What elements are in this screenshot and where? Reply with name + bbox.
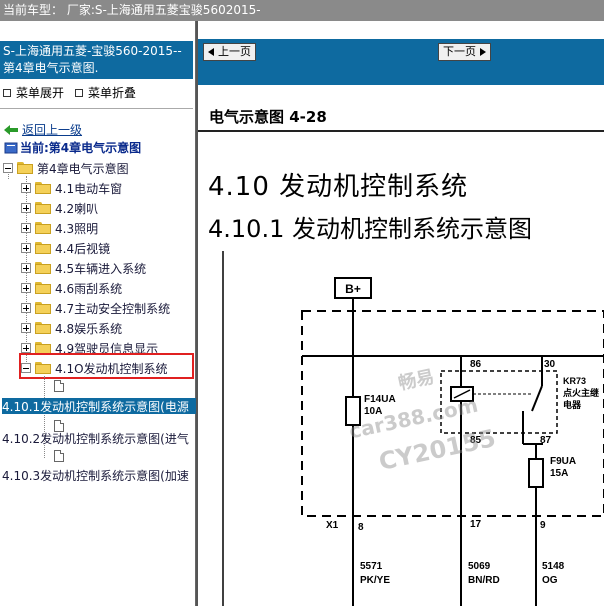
vehicle-model-bar: 当前车型： 厂家:S-上海通用五菱宝骏5602015- xyxy=(0,0,604,21)
expand-toggle-icon[interactable] xyxy=(21,343,31,353)
tree-root-chapter4[interactable]: 第4章电气示意图 xyxy=(3,160,129,176)
fuse2-id: F9UA xyxy=(550,456,576,467)
folder-icon xyxy=(35,242,51,254)
relay-desc-line1: 点火主继 xyxy=(563,387,599,398)
expand-toggle-icon[interactable] xyxy=(21,183,31,193)
tree-item-label: 4.8娱乐系统 xyxy=(55,321,123,336)
navigation-pane: S-上海通用五菱-宝骏560-2015-- 第4章电气示意图. 菜单展开 菜单折… xyxy=(0,21,196,606)
document-icon xyxy=(54,380,64,392)
divider xyxy=(0,108,193,109)
relay-pin-30: 30 xyxy=(544,359,556,370)
expand-toggle-icon[interactable] xyxy=(21,283,31,293)
connector-pin-17: 17 xyxy=(470,519,482,530)
tree-item-label: 4.7主动安全控制系统 xyxy=(55,301,171,316)
wire2-color: BN/RD xyxy=(468,575,500,586)
tree-item-label: 4.1电动车窗 xyxy=(55,181,123,196)
current-location: 当前:第4章电气示意图 xyxy=(4,139,141,156)
tree-subitem-4-10-2[interactable]: 4.10.2发动机控制系统示意图(进气 xyxy=(2,430,189,446)
tree-item-4-1[interactable]: 4.1电动车窗 xyxy=(21,180,122,196)
tree-subitem-4-10-1[interactable]: 4.10.1发动机控制系统示意图(电源 xyxy=(2,398,196,414)
expand-toggle-icon[interactable] xyxy=(21,323,31,333)
folder-icon xyxy=(35,302,51,314)
content-pane: 上一页 下一页 电气示意图 4-28 4.10 发动机控制系统 4.10.1 发… xyxy=(198,21,604,606)
expand-toggle-icon[interactable] xyxy=(21,243,31,253)
relay-id: KR73 xyxy=(563,376,586,386)
tree-subitem-4-10-3[interactable]: 4.10.3发动机控制系统示意图(加速 xyxy=(2,467,189,483)
wire1-color: PK/YE xyxy=(360,575,390,586)
tree-item-4-4[interactable]: 4.4后视镜 xyxy=(21,240,110,256)
folder-icon xyxy=(35,222,51,234)
wire3-number: 5148 xyxy=(542,561,565,572)
tree-subitem-label: 4.10.1发动机控制系统示意图(电源 xyxy=(2,399,189,414)
folder-open-icon xyxy=(17,162,33,174)
tree-item-4-5[interactable]: 4.5车辆进入系统 xyxy=(21,260,146,276)
expand-toggle-icon[interactable] xyxy=(21,263,31,273)
menu-expand-button[interactable]: 菜单展开 xyxy=(3,84,64,101)
wiring-diagram: B+ F14UA 10A 86 30 85 87 KR73 点火主继 电器 F9… xyxy=(222,251,604,606)
tree-item-label: 4.4后视镜 xyxy=(55,241,111,256)
back-link[interactable]: 返回上一级 xyxy=(4,121,82,138)
expand-toggle-icon[interactable] xyxy=(21,303,31,313)
back-link-label: 返回上一级 xyxy=(22,123,83,137)
tree-item-4-7[interactable]: 4.7主动安全控制系统 xyxy=(21,300,170,316)
tree-item-4-2[interactable]: 4.2喇叭 xyxy=(21,200,98,216)
tree-item-4-3[interactable]: 4.3照明 xyxy=(21,220,98,236)
tree-subitem-label: 4.10.2发动机控制系统示意图(进气 xyxy=(2,431,189,446)
wire2-number: 5069 xyxy=(468,561,491,572)
connector-x1: X1 xyxy=(326,520,339,531)
book-icon xyxy=(4,142,18,153)
doc-icon-row xyxy=(54,378,64,394)
tree-item-4-6[interactable]: 4.6雨刮系统 xyxy=(21,280,122,296)
expand-icon xyxy=(3,88,11,97)
tree-root-label: 第4章电气示意图 xyxy=(37,161,129,176)
folder-icon xyxy=(35,322,51,334)
menu-collapse-button[interactable]: 菜单折叠 xyxy=(75,84,136,101)
fuse-f9ua xyxy=(528,458,544,488)
connector-pin-9: 9 xyxy=(540,520,546,531)
folder-icon xyxy=(35,182,51,194)
highlight-box xyxy=(19,353,194,379)
collapse-icon xyxy=(75,88,83,97)
expand-toggle-icon[interactable] xyxy=(21,203,31,213)
folder-icon xyxy=(35,282,51,294)
doc-icon-row xyxy=(54,448,64,464)
vehicle-model-text: 当前车型： 厂家:S-上海通用五菱宝骏5602015- xyxy=(3,3,261,17)
menu-collapse-label: 菜单折叠 xyxy=(88,86,137,100)
collapse-toggle-icon[interactable] xyxy=(3,163,13,173)
wire3-color: OG xyxy=(542,575,558,586)
wire1-number: 5571 xyxy=(360,561,383,572)
current-location-label: 当前:第4章电气示意图 xyxy=(20,141,142,155)
tree-item-label: 4.3照明 xyxy=(55,221,99,236)
tree-subitem-label: 4.10.3发动机控制系统示意图(加速 xyxy=(2,468,189,483)
menu-expand-label: 菜单展开 xyxy=(16,86,65,100)
fuse2-rating: 15A xyxy=(550,468,568,479)
folder-icon xyxy=(35,202,51,214)
tree-item-label: 4.6雨刮系统 xyxy=(55,281,123,296)
folder-icon xyxy=(35,262,51,274)
tree-item-label: 4.5车辆进入系统 xyxy=(55,261,147,276)
tree-item-4-8[interactable]: 4.8娱乐系统 xyxy=(21,320,122,336)
relay-desc-line2: 电器 xyxy=(563,399,582,410)
tree-item-label: 4.2喇叭 xyxy=(55,201,99,216)
expand-toggle-icon[interactable] xyxy=(21,223,31,233)
relay-pin-86: 86 xyxy=(470,359,482,370)
bplus-label: B+ xyxy=(345,282,361,296)
connector-pin-8: 8 xyxy=(358,522,364,533)
fuse1-id: F14UA xyxy=(364,394,396,405)
back-arrow-icon xyxy=(4,124,18,135)
document-icon xyxy=(54,450,64,462)
manual-title: S-上海通用五菱-宝骏560-2015-- 第4章电气示意图. xyxy=(0,41,193,79)
